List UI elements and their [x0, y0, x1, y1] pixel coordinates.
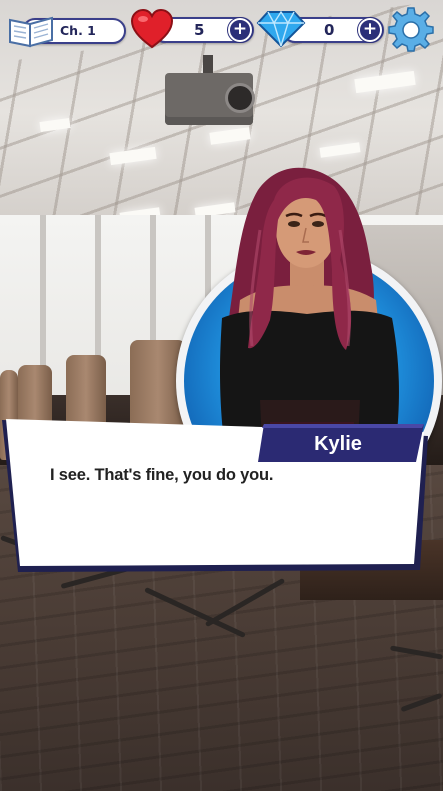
diamond-icon — [256, 10, 306, 48]
diamonds-count: 0 — [324, 21, 335, 39]
add-hearts-button[interactable]: + — [228, 18, 252, 42]
office-chair — [0, 370, 18, 460]
gear-icon[interactable] — [388, 6, 434, 52]
top-hud: Ch. 1 5 + 0 + — [0, 0, 443, 60]
chapter-label: Ch. 1 — [60, 23, 96, 38]
dialogue-line: I see. That's fine, you do you. — [50, 466, 274, 484]
character-kylie — [220, 167, 399, 442]
hearts-count: 5 — [194, 21, 205, 39]
office-chair — [66, 355, 106, 465]
office-chair — [18, 365, 52, 465]
heart-icon — [130, 9, 174, 49]
ceiling-projector — [165, 55, 255, 130]
add-diamonds-button[interactable]: + — [358, 18, 382, 42]
speaker-name: Kylie — [314, 433, 362, 455]
book-icon — [9, 16, 53, 48]
